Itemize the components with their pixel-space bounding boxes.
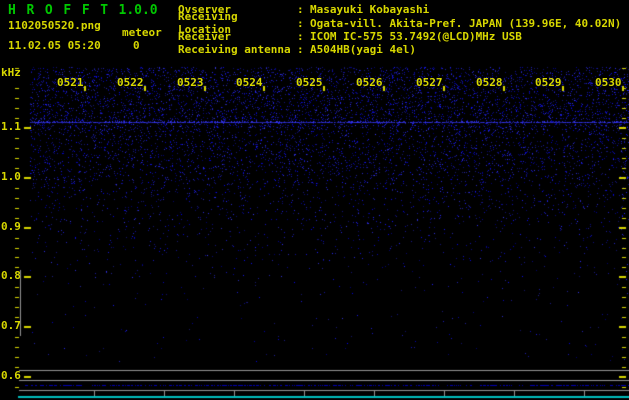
y-axis-unit-label: kHz [1,66,21,79]
time-label: 0521 [57,76,84,89]
info-value: Ogata-vill. Akita-Pref. JAPAN (139.96E, … [310,16,622,30]
observation-datetime: 11.02.05 05:20 [8,39,101,52]
info-label: Receiving antenna [178,43,291,57]
time-label: 0526 [356,76,383,89]
info-separator: : [297,43,304,57]
freq-label: 0.7 [1,319,21,332]
time-label: 0527 [416,76,443,89]
time-label: 0529 [535,76,562,89]
freq-label: 0.8 [1,269,21,282]
time-label: 0524 [236,76,263,89]
info-value: ICOM IC-575 53.7492(@LCD)MHz USB [310,29,522,43]
freq-label: 0.9 [1,220,21,233]
meteor-counter-value: 0 [133,39,140,52]
app-title: H R O F F T 1.0.0 [8,4,158,17]
app-version: 1.0.0 [118,3,158,18]
output-filename: 1102050520.png [8,19,101,32]
freq-label: 1.1 [1,120,21,133]
time-label: 0522 [117,76,144,89]
info-separator: : [297,16,304,30]
info-row: Receiving Location: Ogata-vill. Akita-Pre… [178,10,622,36]
freq-label: 1.0 [1,170,21,183]
observer-info-table: Ovserver: Masayuki Kobayashi Receiving Loc… [178,3,621,57]
info-row: Receiver: ICOM IC-575 53.7492(@LCD)MHz US… [178,30,621,43]
info-value: A504HB(yagi 4el) [310,43,416,57]
info-separator: : [297,3,304,17]
info-separator: : [297,29,304,43]
info-value: Masayuki Kobayashi [310,3,430,17]
info-label: Receiver [178,29,231,43]
info-row: Receiving antenna: A504HB(yagi 4el) [178,43,621,56]
time-label: 0525 [296,76,323,89]
hrofft-window: H R O F F T 1.0.0 1102050520.png meteor 1… [0,0,629,400]
time-label: 0523 [177,76,204,89]
app-title-text: H R O F F T [8,3,110,18]
meteor-counter-label: meteor [122,26,162,39]
time-label: 0528 [476,76,503,89]
freq-label: 0.6 [1,369,21,382]
time-label: 0530 [595,76,622,89]
spectrogram-canvas [0,0,629,400]
